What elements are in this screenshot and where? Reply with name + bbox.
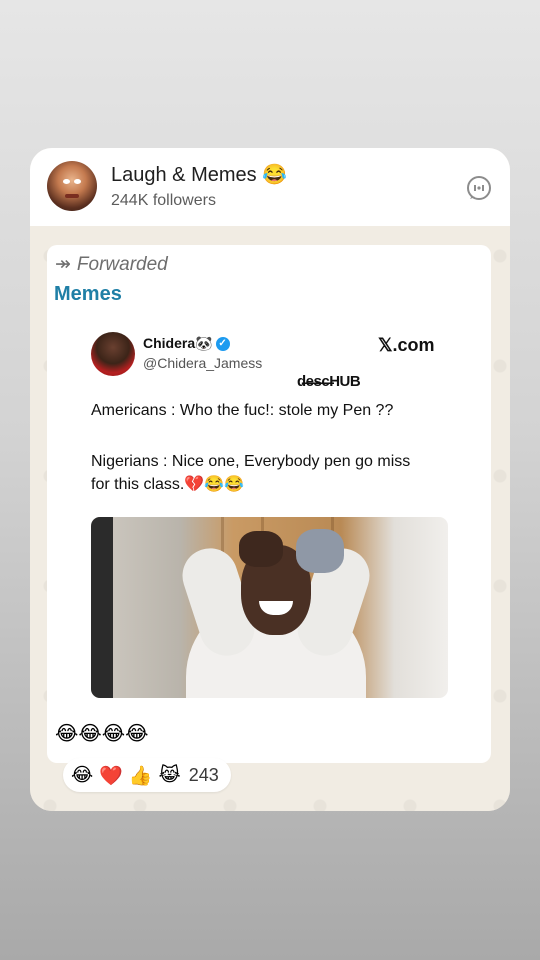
tweet-text-line2: Nigerians : Nice one, Everybody pen go m… <box>91 453 411 493</box>
channel-name[interactable]: Laugh & Memes 😂 <box>111 162 287 187</box>
forwarded-text: Forwarded <box>76 254 168 275</box>
laughing-reaction-icon[interactable]: 😂 <box>71 764 93 786</box>
forwarded-label: ↠ Forwarded <box>55 253 168 276</box>
forward-icon: ↠ <box>55 254 71 275</box>
cat-laughing-reaction-icon[interactable]: 😹 <box>159 764 181 786</box>
thumbs-up-reaction-icon[interactable]: 👍 <box>129 764 153 787</box>
tweet-text-line1: Americans : Who the fuc!: stole my Pen ?… <box>91 402 394 419</box>
tweet-author-name: Chidera🐼 ✓ <box>143 335 230 352</box>
person-hand <box>239 531 283 567</box>
watermark-text: d̶e̶s̶c̶HUB <box>297 373 361 390</box>
tweet-author-avatar <box>91 332 135 376</box>
avatar-eye <box>74 179 81 184</box>
message-bubble[interactable]: ↠ Forwarded Memes Chidera🐼 ✓ @Chidera_Jame… <box>47 245 491 763</box>
channel-avatar[interactable] <box>47 161 97 211</box>
channel-update-card: Laugh & Memes 😂 244K followers ↠ Forwarde… <box>30 148 510 811</box>
avatar-mouth <box>65 194 79 198</box>
person-glove <box>296 529 344 573</box>
followers-count: 244K followers <box>111 192 216 209</box>
reaction-count: 243 <box>188 764 219 785</box>
reactions-bar[interactable]: 😂 ❤️ 👍 😹 243 <box>63 758 231 792</box>
channel-info-icon[interactable] <box>466 175 492 201</box>
x-logo-label: 𝕏.com <box>378 335 435 355</box>
tweet-author-handle: @Chidera_Jamess <box>143 355 263 371</box>
photo-shadow <box>91 517 113 698</box>
heart-reaction-icon[interactable]: ❤️ <box>99 764 123 787</box>
tweet-author-name-text: Chidera🐼 <box>143 335 213 351</box>
verified-badge-icon: ✓ <box>215 337 230 352</box>
channel-header[interactable]: Laugh & Memes 😂 244K followers <box>30 148 510 226</box>
avatar-eye <box>63 179 70 184</box>
message-caption: 😂😂😂😂 <box>55 721 149 745</box>
sender-name[interactable]: Memes <box>54 283 122 306</box>
tweet-photo[interactable] <box>91 517 448 698</box>
